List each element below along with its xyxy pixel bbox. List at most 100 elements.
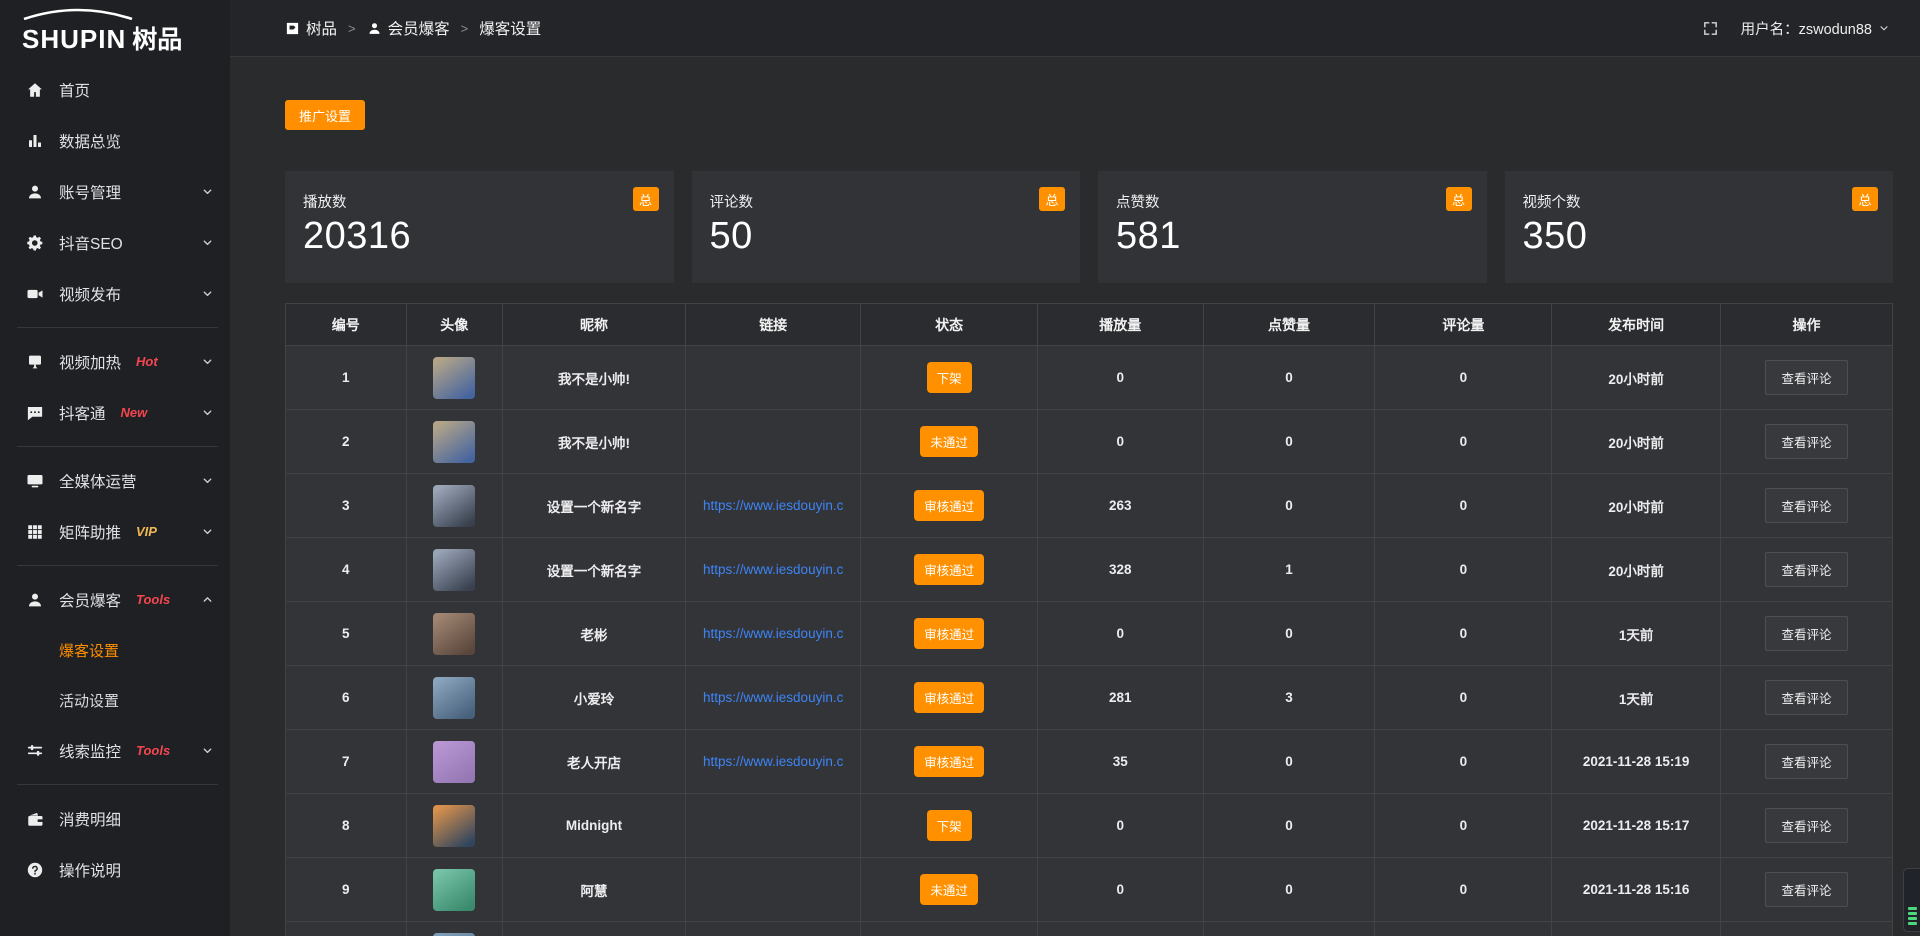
sidebar-item-tag: Hot [136,354,158,369]
floating-widget[interactable] [1903,868,1920,932]
cell-id: 4 [286,538,407,602]
breadcrumb-separator: > [348,21,356,36]
cell-comments: 0 [1375,346,1552,410]
sidebar-item-抖音SEO[interactable]: 抖音SEO [0,217,230,268]
question-icon [26,861,44,879]
cell-plays: 281 [1038,666,1204,730]
cell-likes: 0 [1203,794,1375,858]
stat-card-评论数: 评论数50总 [692,171,1081,283]
status-badge: 审核通过 [914,554,984,585]
avatar [433,805,475,847]
cell-likes: 0 [1203,410,1375,474]
sidebar-item-视频发布[interactable]: 视频发布 [0,268,230,319]
table-row: 2我不是小帅!未通过00020小时前查看评论 [286,410,1893,474]
menu-divider [17,446,218,447]
video-link[interactable]: https://www.iesdouyin.c [703,754,843,769]
sidebar-item-抖客通[interactable]: 抖客通 New [0,387,230,438]
sidebar-item-label: 消费明细 [59,808,121,830]
avatar [433,485,475,527]
cell-avatar [406,602,502,666]
cell-plays: 263 [1038,474,1204,538]
video-link[interactable]: https://www.iesdouyin.c [703,562,843,577]
cell-time: 20小时前 [1552,410,1721,474]
user-menu[interactable]: 用户名：zswodun88 [1741,18,1890,39]
stat-card-播放数: 播放数20316总 [285,171,674,283]
view-comments-button[interactable]: 查看评论 [1765,424,1847,459]
sidebar-item-视频加热[interactable]: 视频加热Hot [0,336,230,387]
view-comments-button[interactable]: 查看评论 [1765,872,1847,907]
avatar [433,357,475,399]
view-comments-button[interactable]: 查看评论 [1765,680,1847,715]
avatar [433,741,475,783]
sidebar-subitem-爆客设置[interactable]: 爆客设置 [0,625,230,675]
cell-id: 8 [286,794,407,858]
view-comments-button[interactable]: 查看评论 [1765,744,1847,779]
breadcrumb-item-section[interactable]: 会员爆客 [367,17,450,39]
sidebar-item-线索监控[interactable]: 线索监控Tools [0,725,230,776]
sidebar-item-全媒体运营[interactable]: 全媒体运营 [0,455,230,506]
sidebar-item-会员爆客[interactable]: 会员爆客Tools [0,574,230,625]
cell-likes: 3 [1203,666,1375,730]
stat-value: 581 [1116,215,1469,258]
cell-nickname: 老彬 [502,602,685,666]
cell-avatar [406,346,502,410]
cell-status: 下架 [861,794,1038,858]
video-link[interactable]: https://www.iesdouyin.c [703,626,843,641]
sidebar-item-操作说明[interactable]: 操作说明 [0,844,230,895]
sidebar-item-账号管理[interactable]: 账号管理 [0,166,230,217]
view-comments-button[interactable]: 查看评论 [1765,552,1847,587]
view-comments-button[interactable]: 查看评论 [1765,360,1847,395]
promo-settings-button[interactable]: 推广设置 [285,100,365,130]
cell-link: https://www.iesdouyin.c [686,730,861,794]
cell-likes [1203,922,1375,936]
main-area: 树品 > 会员爆客 > 爆客设置 用户名：zswodun88 [230,0,1920,936]
view-comments-button[interactable]: 查看评论 [1765,808,1847,843]
column-header-链接: 链接 [686,304,861,346]
avatar [433,421,475,463]
cell-link [686,794,861,858]
sidebar-item-消费明细[interactable]: 消费明细 [0,793,230,844]
cell-avatar [406,794,502,858]
video-link[interactable]: https://www.iesdouyin.c [703,690,843,705]
stats-row: 播放数20316总评论数50总点赞数581总视频个数350总 [285,171,1893,283]
cell-action: 查看评论 [1720,474,1892,538]
table-row: 8Midnight下架0002021-11-28 15:17查看评论 [286,794,1893,858]
breadcrumb-item-current: 爆客设置 [479,17,541,39]
cell-avatar [406,666,502,730]
table-row: 7老人开店https://www.iesdouyin.c审核通过35002021… [286,730,1893,794]
cell-id: 6 [286,666,407,730]
sidebar-item-矩阵助推[interactable]: 矩阵助推VIP [0,506,230,557]
video-link[interactable]: https://www.iesdouyin.c [703,498,843,513]
cell-status [861,922,1038,936]
cell-action [1720,922,1892,936]
cell-plays [1038,922,1204,936]
content: 推广设置 播放数20316总评论数50总点赞数581总视频个数350总 编号头像… [230,57,1920,936]
cell-link: https://www.iesdouyin.c [686,538,861,602]
cell-plays: 0 [1038,858,1204,922]
sidebar-item-label: 抖客通 [59,402,106,424]
breadcrumb-separator: > [461,21,469,36]
cell-link: https://www.iesdouyin.c [686,474,861,538]
chevron-down-icon [1878,22,1890,34]
accounts-table: 编号头像昵称链接状态播放量点赞量评论量发布时间操作1我不是小帅!下架00020小… [285,303,1893,936]
total-badge: 总 [1852,187,1878,211]
status-badge: 未通过 [920,874,978,905]
breadcrumb-item-app[interactable]: 树品 [285,17,337,39]
sidebar-item-tag: New [121,405,148,420]
chevron-down-icon [201,287,214,300]
sidebar-item-label: 视频发布 [59,283,121,305]
sidebar-item-数据总览[interactable]: 数据总览 [0,115,230,166]
breadcrumb: 树品 > 会员爆客 > 爆客设置 [285,17,541,39]
cell-time: 20小时前 [1552,346,1721,410]
sidebar-subitem-活动设置[interactable]: 活动设置 [0,675,230,725]
view-comments-button[interactable]: 查看评论 [1765,616,1847,651]
cell-id [286,922,407,936]
cell-avatar [406,410,502,474]
chevron-down-icon [201,744,214,757]
sidebar-item-首页[interactable]: 首页 [0,64,230,115]
view-comments-button[interactable]: 查看评论 [1765,488,1847,523]
cell-nickname: Midnight [502,794,685,858]
user-icon [26,591,44,609]
cell-time: 2021-11-28 15:19 [1552,730,1721,794]
fullscreen-icon[interactable] [1702,20,1719,37]
